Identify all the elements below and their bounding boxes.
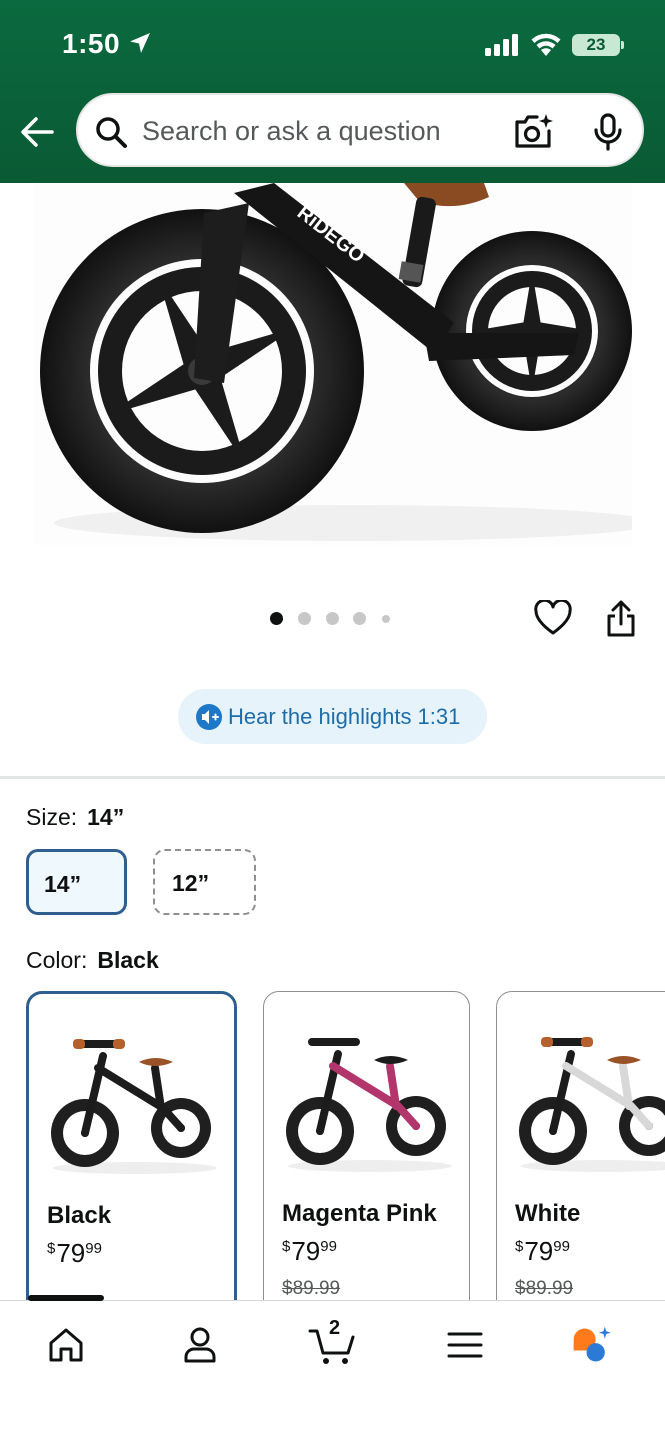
rufus-assistant-icon[interactable]	[570, 1323, 614, 1367]
size-option-14[interactable]: 14”	[26, 849, 127, 915]
battery-nub	[621, 41, 624, 49]
heart-icon[interactable]	[534, 600, 572, 636]
carousel-dot-1[interactable]	[270, 612, 283, 625]
bottom-navigation: 2	[0, 1295, 665, 1440]
search-input[interactable]	[142, 113, 482, 149]
size-label: Size:	[26, 804, 78, 830]
cart-count: 2	[329, 1317, 341, 1339]
color-label: Color:	[26, 947, 88, 973]
wifi-icon	[531, 33, 561, 56]
search-icon	[96, 117, 127, 148]
carousel-dot-5[interactable]	[382, 615, 390, 623]
speaker-icon	[196, 704, 222, 730]
status-time: 1:50	[62, 28, 121, 59]
header: 1:50 23	[0, 0, 665, 183]
hear-highlights-button[interactable]: Hear the highlights 1:31	[178, 689, 487, 744]
camera-icon[interactable]	[514, 113, 554, 151]
color-price: $7999	[47, 1238, 102, 1268]
product-thumbnail	[51, 1039, 217, 1174]
color-list-price: $89.99	[282, 1278, 341, 1299]
product-thumbnail	[286, 1038, 452, 1172]
product-thumbnail	[519, 1037, 665, 1172]
carousel-dot-4[interactable]	[353, 612, 366, 625]
color-option-black[interactable]: Black $7999	[26, 991, 237, 1331]
carousel-dot-3[interactable]	[326, 612, 339, 625]
active-tab-indicator	[28, 1295, 104, 1301]
color-option-magenta-pink[interactable]: Magenta Pink $7999 $89.99	[263, 991, 470, 1331]
product-image[interactable]: RiDEGO	[34, 183, 632, 545]
status-bar: 1:50 23	[0, 0, 665, 90]
color-name: Black	[47, 1202, 112, 1229]
account-icon[interactable]	[178, 1323, 222, 1367]
back-arrow-icon[interactable]	[18, 112, 58, 152]
location-arrow-icon	[130, 33, 150, 53]
color-selection-label: Color: Black	[26, 947, 159, 974]
battery-indicator: 23	[572, 34, 620, 56]
image-carousel-dots[interactable]	[270, 612, 400, 626]
color-option-white[interactable]: White $7999 $89.99	[496, 991, 665, 1331]
carousel-dot-2[interactable]	[298, 612, 311, 625]
hear-highlights-label: Hear the highlights 1:31	[228, 704, 461, 729]
mic-icon[interactable]	[592, 113, 624, 151]
cellular-signal-icon	[485, 34, 518, 56]
share-icon[interactable]	[604, 600, 638, 638]
color-list-price: $89.99	[515, 1278, 574, 1299]
color-price: $7999	[282, 1236, 337, 1266]
size-selection-label: Size: 14”	[26, 804, 124, 831]
selected-size-value: 14”	[87, 804, 125, 830]
cart-button[interactable]: 2	[308, 1317, 358, 1367]
section-divider	[0, 776, 665, 779]
color-name: White	[515, 1200, 581, 1227]
search-bar[interactable]	[76, 93, 644, 167]
home-icon[interactable]	[44, 1323, 88, 1367]
menu-icon[interactable]	[443, 1323, 487, 1367]
balance-bike-illustration: RiDEGO	[40, 183, 632, 541]
color-name: Magenta Pink	[282, 1200, 437, 1227]
size-option-12[interactable]: 12”	[153, 849, 256, 915]
selected-color-value: Black	[97, 947, 159, 973]
color-price: $7999	[515, 1236, 570, 1266]
